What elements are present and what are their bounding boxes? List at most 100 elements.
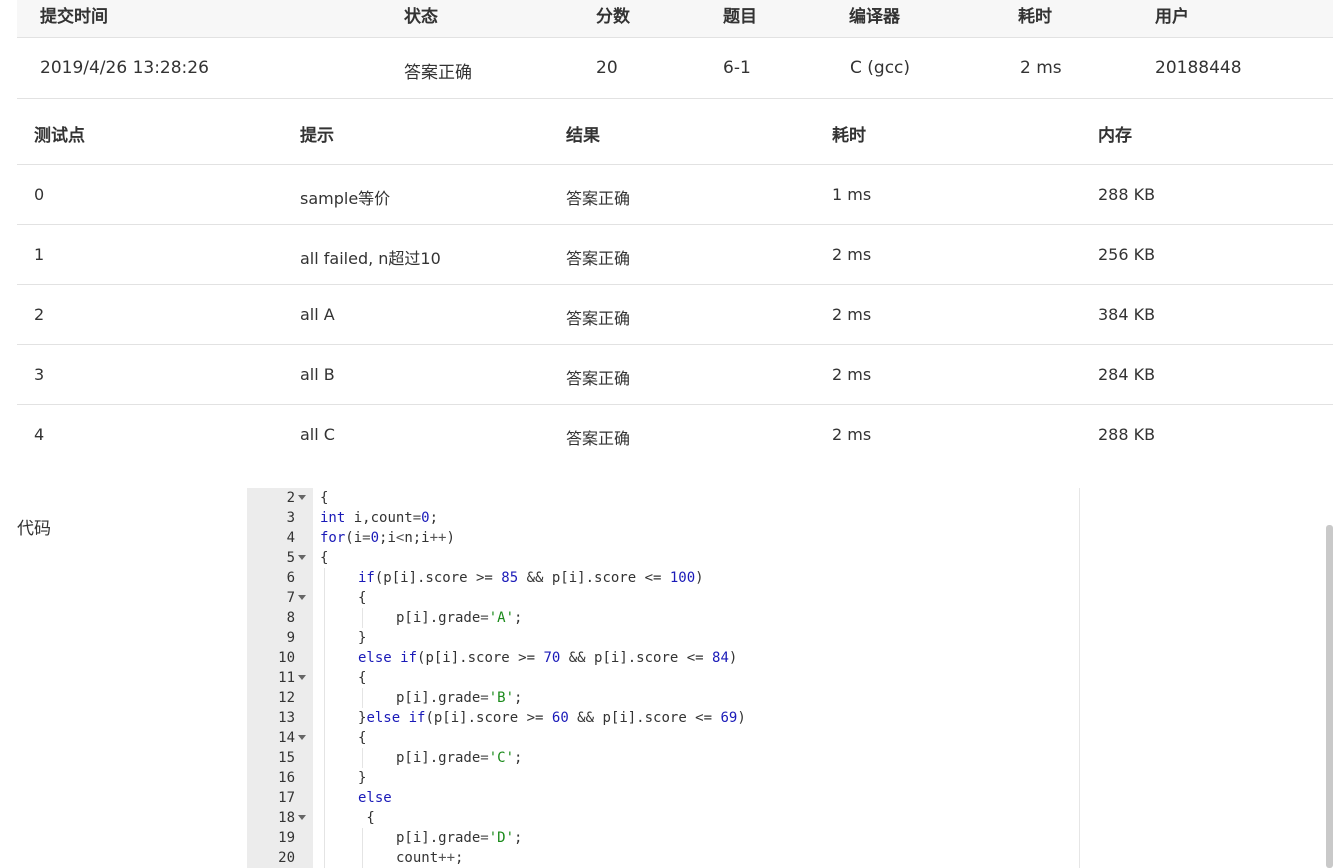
indent-guide — [324, 788, 325, 808]
testcase-result: 答案正确 — [566, 369, 631, 388]
testcase-hint: all A — [300, 305, 335, 324]
code-text: { — [320, 490, 329, 506]
indent-guide — [324, 688, 325, 708]
line-number: 3 — [286, 510, 295, 526]
indent-guide — [324, 768, 325, 788]
testcase-time: 2 ms — [832, 365, 872, 384]
submission-score: 20 — [596, 58, 618, 78]
header-compiler: 编译器 — [849, 7, 900, 27]
table-row: 3 all B 答案正确 2 ms 284 KB — [17, 345, 1333, 405]
testcase-hint: all B — [300, 365, 335, 384]
code-line: 20 count++; — [247, 848, 1079, 868]
line-number: 8 — [286, 610, 295, 626]
table-row: 1 all failed, n超过10 答案正确 2 ms 256 KB — [17, 225, 1333, 285]
line-number: 9 — [286, 630, 295, 646]
header-hint: 提示 — [300, 126, 334, 146]
fold-arrow-icon[interactable] — [298, 735, 306, 740]
indent-guide — [324, 648, 325, 668]
fold-arrow-icon[interactable] — [298, 595, 306, 600]
code-line: 11 { — [247, 668, 1079, 688]
code-line: 14 { — [247, 728, 1079, 748]
indent-guide — [362, 688, 363, 708]
testcase-time: 2 ms — [832, 305, 872, 324]
indent-guide — [324, 668, 325, 688]
header-user: 用户 — [1155, 7, 1189, 27]
code-text: { — [358, 730, 367, 746]
indent-guide — [362, 608, 363, 628]
submission-user: 20188448 — [1155, 58, 1242, 78]
header-score: 分数 — [596, 7, 630, 27]
line-number: 15 — [278, 750, 295, 766]
fold-arrow-icon[interactable] — [298, 555, 306, 560]
testcase-table-header: 测试点 提示 结果 耗时 内存 — [17, 99, 1333, 165]
header-testcase: 测试点 — [34, 126, 85, 146]
header-status: 状态 — [404, 7, 438, 27]
submission-detail-page: 提交时间 状态 分数 题目 编译器 耗时 用户 2019/4/26 13:28:… — [0, 0, 1333, 868]
code-text: p[i].grade='B'; — [396, 690, 523, 706]
code-text: { — [358, 670, 367, 686]
testcase-memory: 288 KB — [1098, 425, 1156, 444]
submission-table-header: 提交时间 状态 分数 题目 编译器 耗时 用户 — [17, 0, 1333, 38]
testcase-memory: 288 KB — [1098, 185, 1156, 204]
header-result: 结果 — [566, 126, 600, 146]
indent-guide — [324, 628, 325, 648]
code-text: p[i].grade='D'; — [396, 830, 523, 846]
submission-status: 答案正确 — [404, 63, 472, 83]
indent-guide — [362, 748, 363, 768]
line-number: 14 — [278, 730, 295, 746]
testcase-time: 2 ms — [832, 425, 872, 444]
line-number: 6 — [286, 570, 295, 586]
line-number: 5 — [286, 550, 295, 566]
code-line: 10 else if(p[i].score >= 70 && p[i].score… — [247, 648, 1079, 668]
testcase-id: 4 — [34, 425, 45, 444]
fold-arrow-icon[interactable] — [298, 675, 306, 680]
code-line: 19 p[i].grade='D'; — [247, 828, 1079, 848]
table-row: 2 all A 答案正确 2 ms 384 KB — [17, 285, 1333, 345]
testcase-memory: 284 KB — [1098, 365, 1156, 384]
line-number: 17 — [278, 790, 295, 806]
testcase-hint: sample等价 — [300, 189, 391, 208]
indent-guide — [324, 748, 325, 768]
code-line: 4 for(i=0;i<n;i++) — [247, 528, 1079, 548]
header-problem: 题目 — [723, 7, 757, 27]
submission-duration: 2 ms — [1020, 58, 1062, 78]
line-number: 4 — [286, 530, 295, 546]
code-line: 9} — [247, 628, 1079, 648]
testcase-memory: 384 KB — [1098, 305, 1156, 324]
testcase-id: 2 — [34, 305, 45, 324]
code-text: }else if(p[i].score >= 60 && p[i].score … — [358, 710, 746, 726]
page-scrollbar[interactable] — [1326, 525, 1333, 868]
indent-guide — [324, 588, 325, 608]
submission-compiler: C (gcc) — [850, 58, 911, 78]
code-text: else — [358, 790, 392, 806]
testcase-id: 1 — [34, 245, 45, 264]
code-text: } — [358, 630, 367, 646]
header-time: 耗时 — [832, 126, 866, 146]
line-number: 12 — [278, 690, 295, 706]
header-submit-time: 提交时间 — [40, 7, 108, 27]
indent-guide — [324, 708, 325, 728]
testcase-result: 答案正确 — [566, 189, 631, 208]
fold-arrow-icon[interactable] — [298, 495, 306, 500]
code-lines: 2{3 int i,count=0; 4 for(i=0;i<n;i++) 5{6 if(… — [247, 488, 1079, 868]
table-row: 0 sample等价 答案正确 1 ms 288 KB — [17, 165, 1333, 225]
table-row: 4 all C 答案正确 2 ms 288 KB — [17, 405, 1333, 464]
line-number: 7 — [286, 590, 295, 606]
code-line: 15 p[i].grade='C'; — [247, 748, 1079, 768]
code-text: } — [358, 770, 367, 786]
submission-row: 2019/4/26 13:28:26 答案正确 20 6-1 C (gcc) 2… — [17, 38, 1333, 99]
code-editor[interactable]: 2{3 int i,count=0; 4 for(i=0;i<n;i++) 5{6 if(… — [247, 488, 1080, 868]
problem-link[interactable]: 6-1 — [723, 58, 751, 78]
fold-arrow-icon[interactable] — [298, 815, 306, 820]
code-line: 17 else — [247, 788, 1079, 808]
code-line: 16} — [247, 768, 1079, 788]
indent-guide — [324, 848, 325, 868]
code-line: 13 }else if(p[i].score >= 60 && p[i].scor… — [247, 708, 1079, 728]
indent-guide — [362, 828, 363, 848]
testcase-hint: all failed, n超过10 — [300, 249, 441, 268]
testcase-memory: 256 KB — [1098, 245, 1156, 264]
line-number: 2 — [286, 490, 295, 506]
code-label: 代码 — [17, 519, 51, 539]
line-number: 13 — [278, 710, 295, 726]
submission-time: 2019/4/26 13:28:26 — [40, 58, 209, 78]
